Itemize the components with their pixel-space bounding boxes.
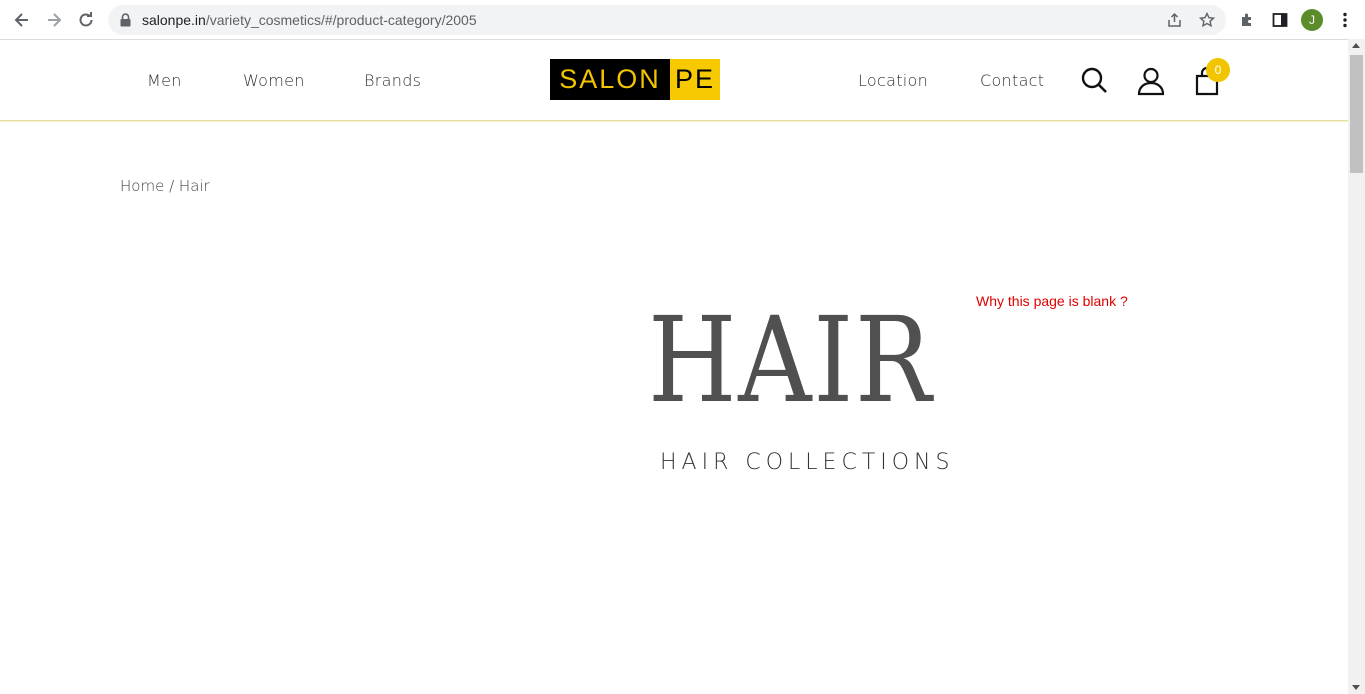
site-header: Men Women Brands SALON PE Location Conta…	[0, 40, 1348, 121]
nav-brands[interactable]: Brands	[364, 71, 421, 90]
nav-women[interactable]: Women	[243, 71, 305, 90]
browser-menu-icon[interactable]	[1333, 8, 1357, 32]
user-account-icon[interactable]	[1136, 66, 1166, 96]
url-path: /variety_cosmetics/#/product-category/20…	[205, 12, 477, 28]
scroll-up-arrow-icon[interactable]	[1352, 43, 1360, 48]
profile-avatar[interactable]: J	[1301, 9, 1323, 31]
blank-page-notice: Why this page is blank ?	[976, 293, 1128, 309]
hero-subtitle: HAIR COLLECTIONS	[660, 450, 955, 475]
breadcrumb-current: Hair	[178, 177, 210, 195]
url-host: salonpe.in	[142, 12, 206, 28]
browser-toolbar: salonpe.in/variety_cosmetics/#/product-c…	[0, 0, 1365, 40]
lock-icon	[120, 13, 131, 32]
breadcrumb-home[interactable]: Home	[120, 177, 164, 195]
nav-men[interactable]: Men	[147, 71, 182, 90]
scroll-down-arrow-icon[interactable]	[1352, 685, 1360, 690]
bookmark-star-icon[interactable]	[1198, 11, 1216, 29]
cart-count-badge: 0	[1206, 58, 1230, 82]
logo-pe-text: PE	[670, 59, 720, 100]
breadcrumb-separator: /	[169, 177, 175, 195]
breadcrumb: Home / Hair	[120, 177, 210, 195]
reload-icon[interactable]	[74, 8, 98, 32]
salonpe-logo[interactable]: SALON PE	[550, 59, 720, 100]
side-panel-icon[interactable]	[1268, 8, 1292, 32]
address-bar[interactable]: salonpe.in/variety_cosmetics/#/product-c…	[108, 5, 1226, 35]
forward-arrow-icon[interactable]	[42, 8, 66, 32]
logo-salon-text: SALON	[550, 59, 670, 100]
url-text[interactable]: salonpe.in/variety_cosmetics/#/product-c…	[142, 12, 477, 28]
back-arrow-icon[interactable]	[10, 8, 34, 32]
nav-contact[interactable]: Contact	[980, 71, 1044, 90]
hero-title: HAIR	[648, 291, 934, 429]
scroll-thumb[interactable]	[1350, 55, 1363, 173]
search-icon[interactable]	[1080, 66, 1110, 96]
nav-location[interactable]: Location	[858, 71, 928, 90]
extensions-puzzle-icon[interactable]	[1236, 8, 1260, 32]
page-scrollbar[interactable]	[1348, 39, 1365, 694]
share-icon[interactable]	[1166, 11, 1184, 29]
